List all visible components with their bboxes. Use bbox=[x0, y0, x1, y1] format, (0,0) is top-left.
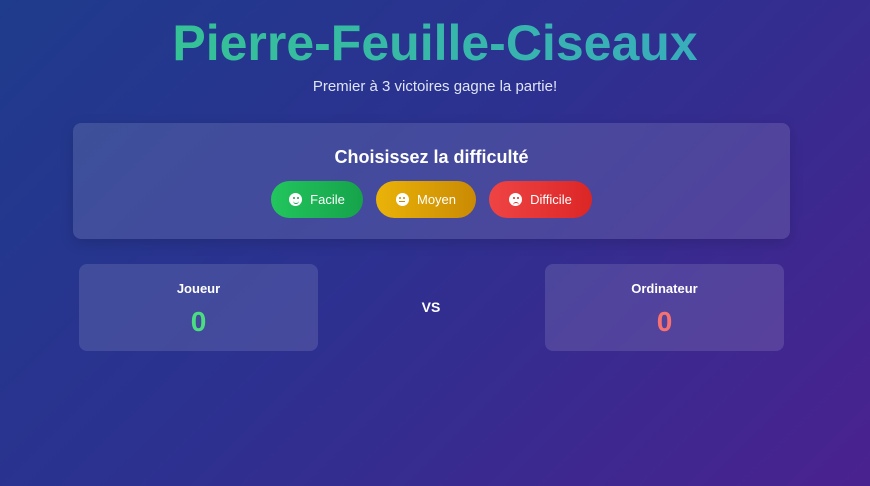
medium-button[interactable]: Moyen bbox=[376, 181, 476, 218]
smile-icon bbox=[289, 193, 303, 206]
frown-icon bbox=[509, 193, 523, 206]
computer-score-card: Ordinateur 0 bbox=[545, 264, 784, 351]
easy-button[interactable]: Facile bbox=[271, 181, 363, 218]
player-score-card: Joueur 0 bbox=[79, 264, 318, 351]
vs-label: VS bbox=[421, 299, 441, 315]
page-subtitle: Premier à 3 victoires gagne la partie! bbox=[312, 78, 558, 95]
page-title: Pierre-Feuille-Ciseaux bbox=[0, 14, 870, 72]
computer-score: 0 bbox=[656, 306, 673, 337]
neutral-face-icon bbox=[395, 193, 409, 206]
computer-label: Ordinateur bbox=[631, 281, 698, 296]
hard-button[interactable]: Difficile bbox=[489, 181, 592, 218]
difficulty-card: Choisissez la difficulté Facile Moyen Di… bbox=[73, 123, 790, 239]
medium-button-label: Moyen bbox=[416, 192, 457, 207]
difficulty-title: Choisissez la difficulté bbox=[334, 147, 529, 167]
easy-button-label: Facile bbox=[310, 192, 345, 207]
hard-button-label: Difficile bbox=[530, 192, 572, 207]
player-label: Joueur bbox=[176, 281, 221, 296]
player-score: 0 bbox=[190, 306, 207, 337]
